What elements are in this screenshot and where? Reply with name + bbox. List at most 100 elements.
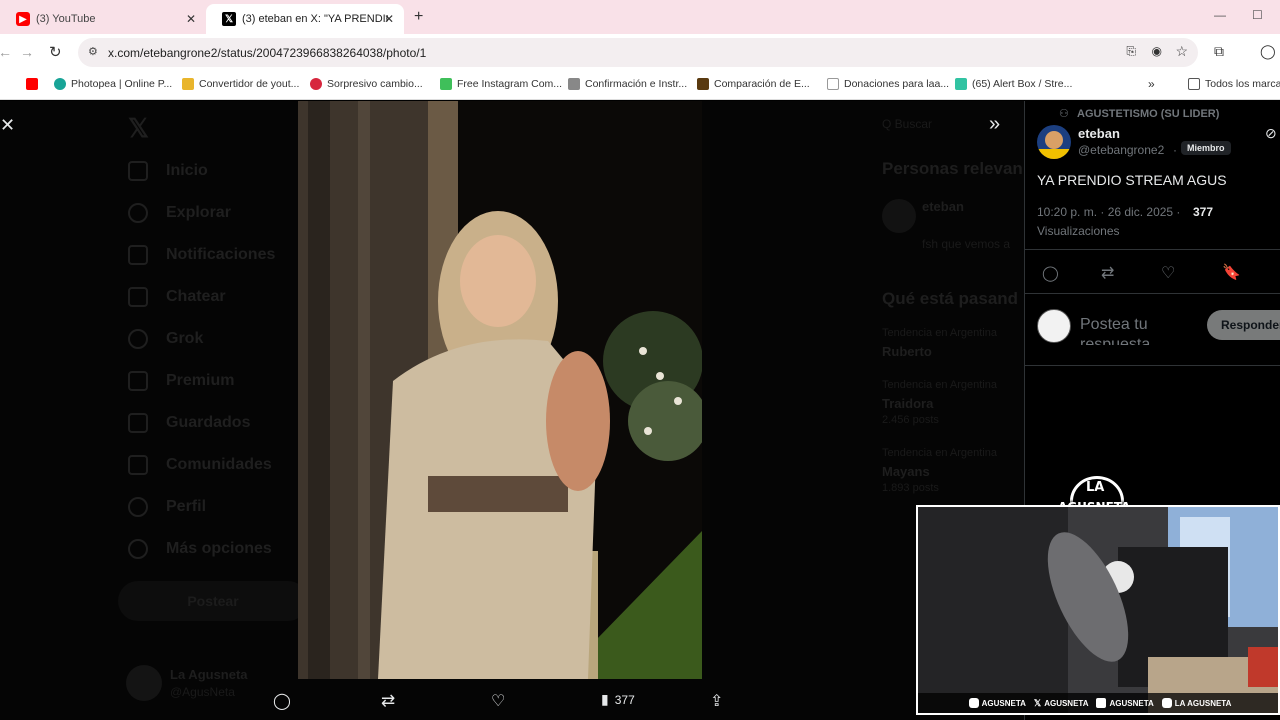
sidebar-item-comunidades[interactable]: Comunidades [128, 455, 272, 475]
repost-icon[interactable]: ⇄ [1101, 263, 1114, 283]
communities-icon [128, 455, 148, 475]
share-icon[interactable]: ⇪ [710, 691, 723, 711]
address-bar-row: ← → ↻ ⚙ x.com/etebangrone2/status/200472… [0, 34, 1280, 72]
social-label: LA AGUSNETA [1174, 698, 1232, 708]
home-icon [128, 161, 148, 181]
bookmark-icon[interactable]: 🔖 [1222, 263, 1241, 281]
like-icon[interactable]: ♡ [491, 691, 505, 711]
x-icon: 𝕏 [222, 12, 236, 26]
bookmark-item[interactable]: Sorpresivo cambio... [310, 78, 423, 90]
grok-icon[interactable]: ⊘ [1265, 125, 1277, 142]
install-icon[interactable]: ⎘ [1126, 44, 1136, 59]
social-x: 𝕏 AGUSNETA [1034, 698, 1089, 709]
forward-icon[interactable]: → [20, 44, 34, 60]
sidebar-item-explorar[interactable]: Explorar [128, 203, 231, 223]
views-count: 377 [614, 692, 635, 707]
back-icon[interactable]: ← [0, 44, 12, 60]
eye-off-icon[interactable]: ◉ [1152, 44, 1162, 58]
bookmark-item[interactable]: Comparación de E... [697, 78, 810, 90]
sidebar-item-premium[interactable]: Premium [128, 371, 234, 391]
trending-heading: Qué está pasand [882, 289, 1019, 308]
bookmark-label: Donaciones para laa... [844, 78, 950, 90]
bookmark-item[interactable]: Photopea | Online P... [54, 78, 172, 90]
avatar [882, 199, 916, 233]
search-icon [128, 203, 148, 223]
bookmark-item[interactable]: Confirmación e Instr... [568, 78, 687, 90]
close-viewer-icon[interactable]: ✕ [0, 115, 15, 136]
trend-name[interactable]: Ruberto [882, 344, 932, 359]
sidebar-item-chatear[interactable]: Chatear [128, 287, 226, 307]
url-field[interactable]: ⚙ x.com/etebangrone2/status/200472396683… [78, 38, 1198, 67]
repost-icon[interactable]: ⇄ [381, 691, 395, 711]
social-youtube: LA AGUSNETA [1161, 698, 1232, 708]
tweet-timestamp[interactable]: 10:20 p. m. · 26 dic. 2025 · [1037, 205, 1180, 219]
news-icon [310, 78, 322, 90]
bookmark-youtube[interactable] [26, 78, 43, 90]
profile-icon[interactable]: ◯ [1260, 43, 1276, 60]
sidebar-item-notificaciones[interactable]: Notificaciones [128, 245, 275, 265]
site-info-icon[interactable]: ⚙ [88, 45, 98, 58]
minimize-button[interactable]: — [1214, 8, 1226, 22]
reply-avatar [1037, 309, 1071, 343]
community-label[interactable]: AGUSTETISMO (SU LIDER) [1077, 108, 1219, 120]
views-button[interactable]: ▮ 377 [601, 691, 635, 708]
post-button[interactable]: Postear [118, 581, 308, 621]
maximize-button[interactable]: ☐ [1252, 8, 1263, 22]
close-icon[interactable]: ✕ [186, 12, 196, 26]
kick-icon [1096, 698, 1107, 708]
more-bookmarks-icon[interactable]: » [1148, 77, 1155, 91]
mail-icon [128, 287, 148, 307]
person-bio: fsh que vemos a [922, 237, 1011, 251]
close-icon[interactable]: ✕ [384, 12, 394, 26]
bookmark-item[interactable]: Convertidor de yout... [182, 78, 299, 90]
extensions-icon[interactable]: ⧉ [1214, 43, 1224, 60]
webcam-overlay: AGUSNETA 𝕏 AGUSNETA AGUSNETA LA AGUSNETA [916, 505, 1280, 715]
tab-x-status[interactable]: 𝕏 (3) eteban en X: "YA PRENDIO S ✕ [206, 4, 404, 34]
social-kick: AGUSNETA [1096, 698, 1154, 708]
tweet-views-count: 377 [1193, 205, 1214, 219]
expand-panel-icon[interactable]: » [989, 113, 1000, 136]
author-handle[interactable]: @etebangrone2 [1078, 143, 1164, 157]
bookmarks-bar: Photopea | Online P... Convertidor de yo… [0, 72, 1280, 100]
photo-image [298, 101, 702, 679]
author-avatar[interactable] [1037, 125, 1071, 159]
reply-icon[interactable]: ◯ [1042, 264, 1059, 282]
sidebar-item-label: Más opciones [166, 540, 272, 557]
all-bookmarks-folder[interactable]: Todos los marca [1188, 78, 1280, 90]
sidebar-item-guardados[interactable]: Guardados [128, 413, 250, 433]
bookmark-label: (65) Alert Box / Stre... [972, 78, 1073, 90]
new-tab-button[interactable]: + [414, 8, 423, 26]
bookmark-item[interactable]: Donaciones para laa... [827, 78, 949, 90]
relevant-people-heading: Personas relevan [882, 159, 1023, 178]
reply-input[interactable]: Postea tu respuesta [1080, 315, 1210, 345]
separator-dot: · [1173, 143, 1177, 157]
trend-name[interactable]: Mayans [882, 464, 930, 479]
reload-icon[interactable]: ↻ [49, 43, 62, 61]
trend-count: 2.456 posts [882, 414, 939, 426]
bell-icon [128, 245, 148, 265]
sidebar-item-label: Premium [166, 372, 235, 389]
sidebar-item-perfil[interactable]: Perfil [128, 497, 206, 517]
search-input[interactable]: Q Buscar [882, 117, 932, 131]
trend-name[interactable]: Traidora [882, 396, 933, 411]
grok-icon [128, 329, 148, 349]
author-name[interactable]: eteban [1078, 126, 1120, 141]
sidebar-item-label: Perfil [166, 498, 207, 515]
bookmark-item[interactable]: Free Instagram Com... [440, 78, 562, 90]
sidebar-item-mas-opciones[interactable]: Más opciones [128, 539, 272, 559]
like-icon[interactable]: ♡ [1161, 263, 1175, 283]
bookmark-label: Free Instagram Com... [457, 78, 563, 90]
profile-icon [128, 497, 148, 517]
reply-icon[interactable]: ◯ [273, 691, 291, 711]
sidebar-item-grok[interactable]: Grok [128, 329, 203, 349]
tab-youtube[interactable]: ▶ (3) YouTube ✕ [0, 4, 206, 34]
bookmark-item[interactable]: (65) Alert Box / Stre... [955, 78, 1072, 90]
reply-button[interactable]: Responder [1207, 310, 1280, 340]
bookmark-label: Confirmación e Instr... [585, 78, 688, 90]
star-icon[interactable]: ☆ [1175, 43, 1188, 60]
trend-context: Tendencia en Argentina [882, 447, 997, 459]
account-name: La Agusneta [170, 667, 248, 682]
tweet-photo[interactable] [298, 101, 702, 679]
sidebar-item-inicio[interactable]: Inicio [128, 161, 208, 181]
trend-context: Tendencia en Argentina [882, 327, 997, 339]
